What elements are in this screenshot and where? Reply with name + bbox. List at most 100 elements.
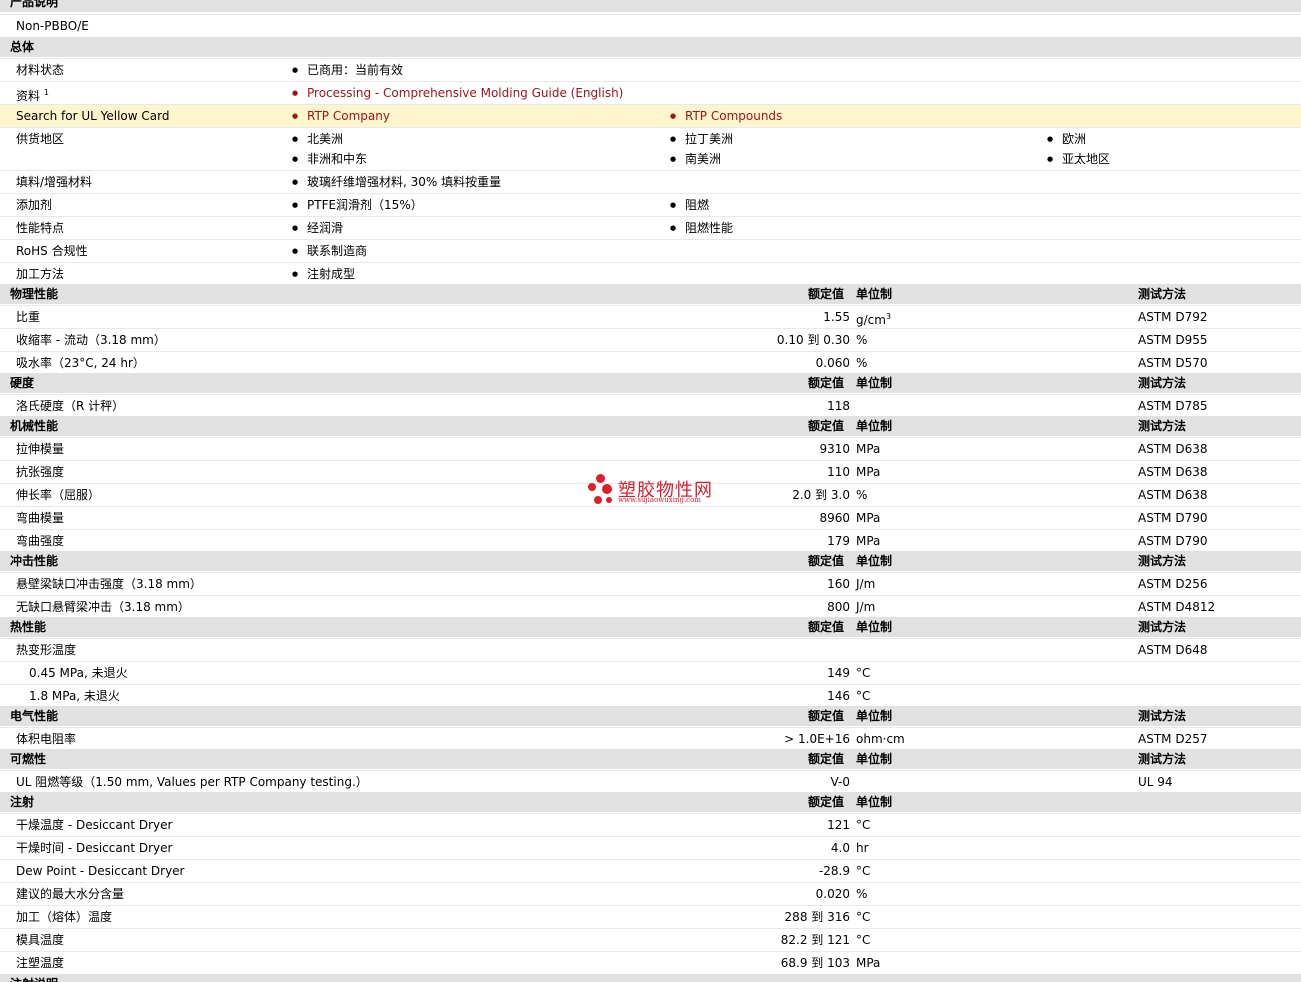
header-unit: 单位制 [856, 287, 893, 301]
rtp-company-link[interactable]: RTP Company [292, 105, 390, 127]
property-label: 收缩率 - 流动（3.18 mm） [16, 333, 166, 347]
bullet-value: PTFE润滑剂（15%） [292, 194, 423, 216]
unit-text: % [856, 333, 868, 347]
row-processing-method: 加工方法 注射成型 [0, 262, 1301, 285]
property-unit: °C [856, 685, 870, 707]
property-unit: °C [856, 860, 870, 882]
property-test-method: ASTM D792 [1138, 310, 1208, 324]
unit-text: ohm·cm [856, 732, 905, 746]
product-desc-row: Non-PBBO/E [0, 14, 1301, 37]
property-value: 2.0 到 3.0 [792, 488, 850, 502]
header-unit: 单位制 [856, 709, 893, 723]
row-additive: 添加剂 PTFE润滑剂（15%） 阻燃 [0, 193, 1301, 216]
section-title: 机械性能 [10, 419, 59, 433]
section-title: 硬度 [10, 376, 35, 390]
property-value: 8960 [819, 511, 850, 525]
section-title: 注射说明 [10, 974, 58, 982]
property-row: 模具温度 82.2 到 121 °C [0, 928, 1301, 951]
property-test-method: ASTM D4812 [1138, 600, 1216, 614]
property-test-method: ASTM D257 [1138, 732, 1208, 746]
property-unit: % [856, 329, 867, 351]
property-row: 0.45 MPa, 未退火 149 °C [0, 661, 1301, 684]
property-label: 伸长率（屈服） [16, 488, 101, 502]
row-label: 供货地区 [16, 132, 65, 146]
row-ul-yellow-card: Search for UL Yellow Card RTP Company RT… [0, 104, 1301, 127]
property-row: 建议的最大水分含量 0.020% [0, 882, 1301, 905]
property-label: 悬壁梁缺口冲击强度（3.18 mm） [16, 577, 202, 591]
section-injection-notes: 注射说明 [0, 974, 1301, 982]
property-row: 吸水率（23°C, 24 hr） 0.060% ASTM D570 [0, 351, 1301, 374]
property-unit: ohm·cm [856, 728, 905, 750]
unit-text: °C [856, 818, 871, 832]
header-rated: 额定值 [808, 752, 845, 766]
property-row: 干燥时间 - Desiccant Dryer 4.0 hr [0, 836, 1301, 859]
property-row: 悬壁梁缺口冲击强度（3.18 mm） 160 J/m ASTM D256 [0, 572, 1301, 595]
property-label: 热变形温度 [16, 643, 77, 657]
property-label: 建议的最大水分含量 [16, 887, 125, 901]
property-value: 800 [827, 600, 850, 614]
header-rated: 额定值 [808, 620, 845, 634]
property-value: 68.9 到 103 [780, 956, 850, 970]
header-unit: 单位制 [856, 795, 893, 809]
bullet-value: 玻璃纤维增强材料, 30% 填料按重量 [292, 171, 501, 193]
row-label: 加工方法 [16, 267, 65, 281]
processing-guide-link[interactable]: Processing - Comprehensive Molding Guide… [292, 82, 623, 104]
unit-text: % [856, 356, 868, 370]
row-label: 填料/增强材料 [16, 175, 93, 189]
bullet-value: 注射成型 [292, 263, 355, 285]
section-title: 物理性能 [10, 287, 59, 301]
unit-text: MPa [856, 465, 881, 479]
property-unit: % [856, 352, 867, 374]
rtp-compounds-link[interactable]: RTP Compounds [670, 105, 782, 127]
header-unit: 单位制 [856, 376, 893, 390]
section-hardness: 硬度 额定值 单位制 测试方法 [0, 373, 1301, 393]
unit-text: % [856, 488, 868, 502]
unit-text: MPa [856, 511, 881, 525]
property-row: 拉伸模量 9310 MPa ASTM D638 [0, 437, 1301, 460]
property-value: 0.10 到 0.30 [776, 333, 850, 347]
unit-text: °C [856, 864, 871, 878]
property-unit: MPa [856, 507, 880, 529]
bullet-value: 已商用：当前有效 [292, 59, 403, 81]
section-title: 电气性能 [10, 709, 59, 723]
property-test-method: ASTM D256 [1138, 577, 1208, 591]
property-row: Dew Point - Desiccant Dryer -28.9 °C [0, 859, 1301, 882]
unit-text: MPa [856, 534, 881, 548]
property-value: 179 [827, 534, 850, 548]
bullet-value: 经润滑 [292, 217, 343, 239]
region-item: 欧洲 [1047, 129, 1086, 149]
property-test-method: ASTM D638 [1138, 442, 1208, 456]
section-flammability: 可燃性 额定值 单位制 测试方法 [0, 749, 1301, 769]
section-title: 总体 [10, 40, 35, 54]
property-row: 比重 1.55 g/cm3 ASTM D792 [0, 305, 1301, 328]
property-value: 0.020 [815, 887, 850, 901]
region-item: 亚太地区 [1047, 149, 1110, 169]
property-unit: J/m [856, 596, 875, 618]
header-rated: 额定值 [808, 376, 845, 390]
footnote-marker: 1 [43, 88, 49, 97]
property-label: 模具温度 [16, 933, 65, 947]
region-item: 南美洲 [670, 149, 721, 169]
section-electrical: 电气性能 额定值 单位制 测试方法 [0, 706, 1301, 726]
bullet-value: 联系制造商 [292, 240, 367, 262]
property-test-method: ASTM D570 [1138, 356, 1208, 370]
property-unit: °C [856, 906, 870, 928]
property-test-method: UL 94 [1138, 775, 1173, 789]
region-item: 非洲和中东 [292, 149, 367, 169]
row-supply-regions: 供货地区 北美洲 拉丁美洲 欧洲 非洲和中东 南美洲 亚太地区 [0, 127, 1301, 171]
header-test-method: 测试方法 [1138, 376, 1187, 390]
unit-text: MPa [856, 956, 881, 970]
unit-text: °C [856, 933, 871, 947]
property-value: > 1.0E+16 [784, 732, 850, 746]
property-row: UL 阻燃等级（1.50 mm, Values per RTP Company … [0, 770, 1301, 793]
property-row: 弯曲强度 179 MPa ASTM D790 [0, 529, 1301, 552]
header-unit: 单位制 [856, 620, 893, 634]
property-row: 洛氏硬度（R 计秤） 118 ASTM D785 [0, 394, 1301, 417]
property-row: 收缩率 - 流动（3.18 mm） 0.10 到 0.30% ASTM D955 [0, 328, 1301, 351]
property-value: -28.9 [818, 864, 850, 878]
property-label: 0.45 MPa, 未退火 [29, 666, 128, 680]
header-test-method: 测试方法 [1138, 287, 1187, 301]
bullet-value: 阻燃性能 [670, 217, 733, 239]
property-label: 注塑温度 [16, 956, 65, 970]
header-test-method: 测试方法 [1138, 709, 1187, 723]
